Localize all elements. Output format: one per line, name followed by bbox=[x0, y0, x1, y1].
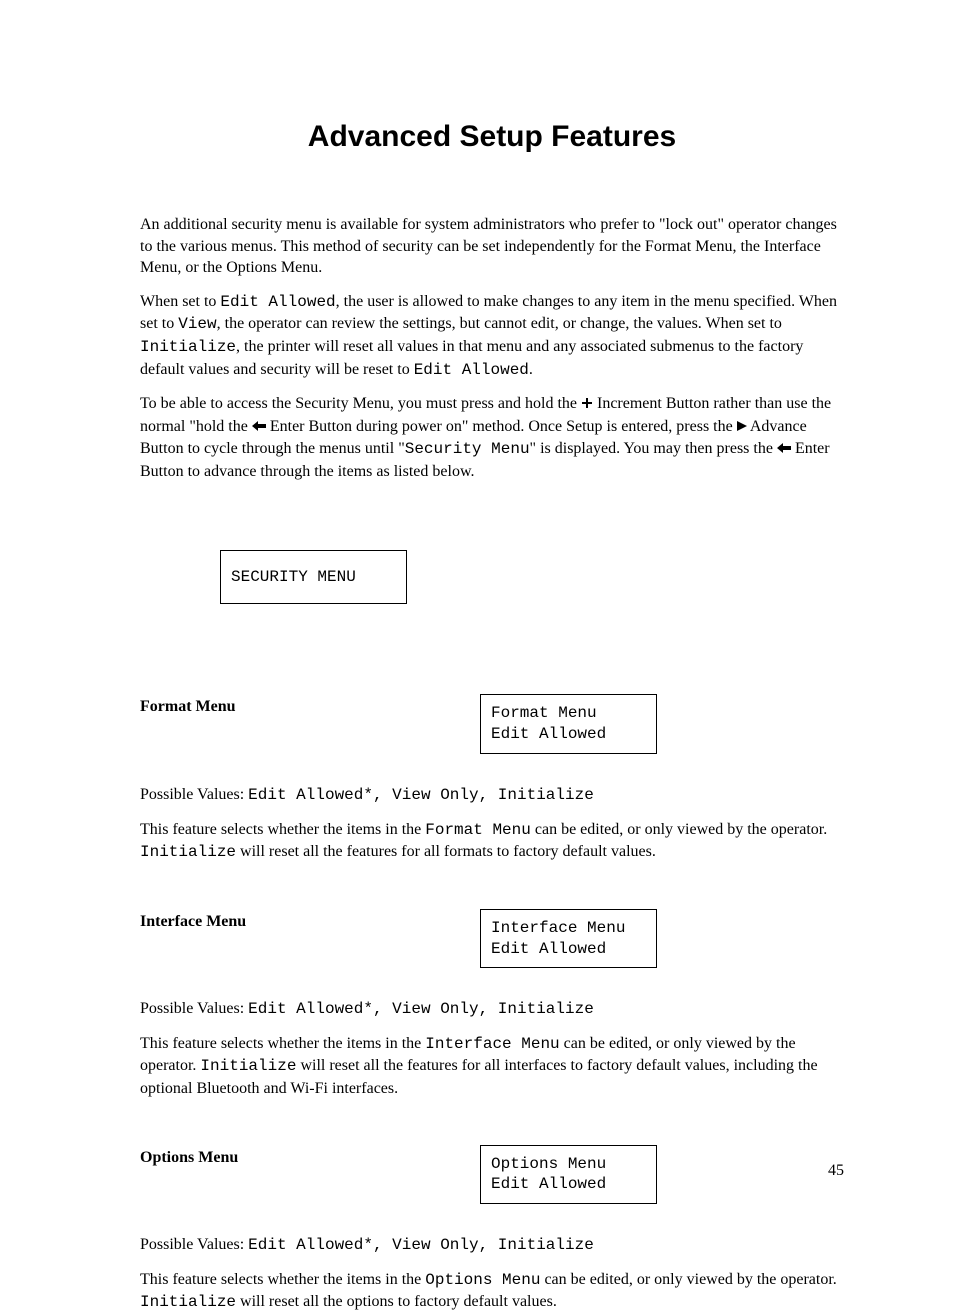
format-description: This feature selects whether the items i… bbox=[140, 819, 844, 864]
mono-text: Edit Allowed bbox=[414, 361, 529, 379]
advance-arrow-icon bbox=[737, 417, 747, 439]
intro-paragraph-1: An additional security menu is available… bbox=[140, 214, 844, 279]
mono-text: Options Menu bbox=[425, 1271, 540, 1289]
interface-menu-row: Interface Menu Interface Menu Edit Allow… bbox=[140, 909, 844, 969]
text: can be edited, or only viewed by the ope… bbox=[531, 821, 827, 838]
mono-text: Initialize bbox=[140, 843, 236, 861]
intro-paragraph-3: To be able to access the Security Menu, … bbox=[140, 393, 844, 482]
text: When set to bbox=[140, 293, 220, 310]
text: will reset all the options to factory de… bbox=[236, 1293, 557, 1310]
mono-text: Initialize bbox=[140, 1293, 236, 1311]
security-menu-display: SECURITY MENU bbox=[220, 550, 407, 605]
menu-display-line1: Options Menu bbox=[491, 1155, 606, 1173]
mono-text: Edit Allowed bbox=[220, 293, 335, 311]
text: Enter Button during power on" method. On… bbox=[266, 418, 737, 435]
text: . bbox=[529, 361, 533, 378]
mono-text: View bbox=[178, 315, 216, 333]
enter-arrow-icon bbox=[777, 439, 791, 461]
mono-text: Initialize bbox=[200, 1057, 296, 1075]
interface-menu-label: Interface Menu bbox=[140, 909, 480, 931]
interface-possible-values: Possible Values: Edit Allowed*, View Onl… bbox=[140, 998, 844, 1021]
options-possible-values: Possible Values: Edit Allowed*, View Onl… bbox=[140, 1234, 844, 1257]
menu-display-text: SECURITY MENU bbox=[231, 568, 356, 586]
mono-text: Security Menu bbox=[405, 440, 530, 458]
mono-text: Initialize bbox=[140, 338, 236, 356]
options-menu-display: Options Menu Edit Allowed bbox=[480, 1145, 657, 1205]
text: This feature selects whether the items i… bbox=[140, 1035, 425, 1052]
format-menu-label: Format Menu bbox=[140, 694, 480, 716]
page-number: 45 bbox=[828, 1162, 844, 1180]
menu-display-line1: Interface Menu bbox=[491, 919, 625, 937]
page-title: Advanced Setup Features bbox=[140, 120, 844, 154]
menu-display-line2: Edit Allowed bbox=[491, 725, 606, 743]
menu-display-line2: Edit Allowed bbox=[491, 940, 606, 958]
options-menu-label: Options Menu bbox=[140, 1145, 480, 1167]
text: will reset all the features for all form… bbox=[236, 843, 656, 860]
mono-text: Edit Allowed*, View Only, Initialize bbox=[248, 1000, 594, 1018]
text: Possible Values: bbox=[140, 1236, 248, 1253]
text: To be able to access the Security Menu, … bbox=[140, 395, 581, 412]
menu-display-line2: Edit Allowed bbox=[491, 1175, 606, 1193]
intro-paragraph-2: When set to Edit Allowed, the user is al… bbox=[140, 291, 844, 381]
document-page: Advanced Setup Features An additional se… bbox=[0, 0, 954, 1235]
text: , the operator can review the settings, … bbox=[217, 315, 782, 332]
mono-text: Edit Allowed*, View Only, Initialize bbox=[248, 1236, 594, 1254]
mono-text: Edit Allowed*, View Only, Initialize bbox=[248, 786, 594, 804]
format-possible-values: Possible Values: Edit Allowed*, View Onl… bbox=[140, 784, 844, 807]
text: Possible Values: bbox=[140, 1000, 248, 1017]
plus-icon bbox=[581, 394, 593, 416]
interface-description: This feature selects whether the items i… bbox=[140, 1033, 844, 1100]
text: This feature selects whether the items i… bbox=[140, 1271, 425, 1288]
text: Possible Values: bbox=[140, 786, 248, 803]
enter-arrow-icon bbox=[252, 417, 266, 439]
options-menu-row: Options Menu Options Menu Edit Allowed bbox=[140, 1145, 844, 1205]
mono-text: Format Menu bbox=[425, 821, 531, 839]
mono-text: Interface Menu bbox=[425, 1035, 559, 1053]
format-menu-display: Format Menu Edit Allowed bbox=[480, 694, 657, 754]
format-menu-row: Format Menu Format Menu Edit Allowed bbox=[140, 694, 844, 754]
text: can be edited, or only viewed by the ope… bbox=[540, 1271, 836, 1288]
options-description: This feature selects whether the items i… bbox=[140, 1269, 844, 1314]
interface-menu-display: Interface Menu Edit Allowed bbox=[480, 909, 657, 969]
menu-display-line1: Format Menu bbox=[491, 704, 597, 722]
text: " is displayed. You may then press the bbox=[530, 440, 777, 457]
text: This feature selects whether the items i… bbox=[140, 821, 425, 838]
